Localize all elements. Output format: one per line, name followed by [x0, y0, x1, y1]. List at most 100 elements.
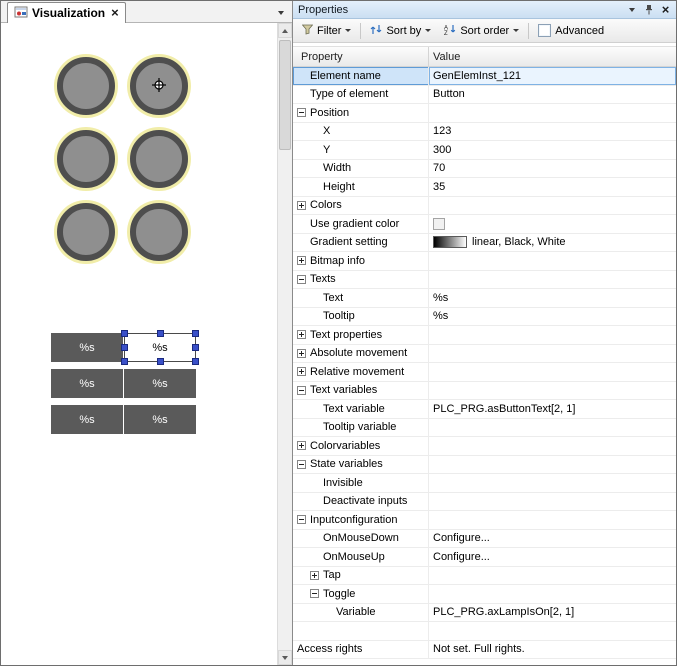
property-value[interactable]: PLC_PRG.asButtonText[2, 1] — [429, 400, 676, 418]
expand-icon[interactable] — [310, 571, 319, 580]
selection-handle-n[interactable] — [157, 330, 164, 337]
sort-by-button[interactable]: Sort by — [366, 22, 435, 40]
property-row-deactivate-inputs[interactable]: Deactivate inputs — [293, 493, 676, 512]
property-row-text[interactable]: Text%s — [293, 289, 676, 308]
scroll-up-icon[interactable] — [278, 23, 292, 38]
property-value[interactable] — [429, 567, 676, 585]
property-row-variable[interactable]: VariablePLC_PRG.axLampIsOn[2, 1] — [293, 604, 676, 623]
property-row-absolute-movement[interactable]: Absolute movement — [293, 345, 676, 364]
property-row-y[interactable]: Y300 — [293, 141, 676, 160]
collapse-icon[interactable] — [297, 515, 306, 524]
property-row-height[interactable]: Height35 — [293, 178, 676, 197]
property-value[interactable]: linear, Black, White — [429, 234, 676, 252]
property-value[interactable] — [429, 326, 676, 344]
selection-handle-sw[interactable] — [121, 358, 128, 365]
property-row-inputconfiguration[interactable]: Inputconfiguration — [293, 511, 676, 530]
vis-button[interactable]: %s — [51, 405, 123, 434]
property-value[interactable] — [429, 456, 676, 474]
scrollbar-thumb[interactable] — [279, 40, 291, 150]
property-value[interactable] — [429, 493, 676, 511]
tab-visualization[interactable]: Visualization × — [7, 2, 126, 23]
property-row-invisible[interactable]: Invisible — [293, 474, 676, 493]
property-row-texts[interactable]: Texts — [293, 271, 676, 290]
property-row-access-rights[interactable]: Access rightsNot set. Full rights. — [293, 641, 676, 660]
filter-button[interactable]: Filter — [298, 22, 355, 40]
vis-button[interactable]: %s — [124, 405, 196, 434]
selection-handle-ne[interactable] — [192, 330, 199, 337]
property-value[interactable]: %s — [429, 308, 676, 326]
tab-close-icon[interactable]: × — [111, 7, 119, 19]
property-value[interactable] — [429, 585, 676, 603]
sort-order-button[interactable]: A Z Sort order — [440, 22, 523, 40]
property-row-text-variable[interactable]: Text variablePLC_PRG.asButtonText[2, 1] — [293, 400, 676, 419]
property-value[interactable] — [429, 271, 676, 289]
gradient-checkbox[interactable] — [433, 218, 445, 230]
visualization-canvas[interactable]: %s%s%s%s%s%s — [1, 23, 277, 665]
property-row-element-name[interactable]: Element nameGenElemInst_121 — [293, 67, 676, 86]
property-value[interactable] — [429, 511, 676, 529]
property-value[interactable]: Configure... — [429, 548, 676, 566]
collapse-icon[interactable] — [297, 460, 306, 469]
lamp-element[interactable] — [127, 200, 191, 264]
property-value[interactable]: Button — [429, 86, 676, 104]
vis-button[interactable]: %s — [51, 369, 123, 398]
property-row-gradient-setting[interactable]: Gradient settinglinear, Black, White — [293, 234, 676, 253]
property-row-type-of-element[interactable]: Type of elementButton — [293, 86, 676, 105]
property-row-state-variables[interactable]: State variables — [293, 456, 676, 475]
property-value[interactable] — [429, 215, 676, 233]
column-header-value[interactable]: Value — [429, 47, 676, 66]
collapse-icon[interactable] — [297, 386, 306, 395]
property-row-tooltip-variable[interactable]: Tooltip variable — [293, 419, 676, 438]
property-value[interactable] — [429, 382, 676, 400]
collapse-icon[interactable] — [297, 108, 306, 117]
expand-icon[interactable] — [297, 349, 306, 358]
property-value[interactable]: 300 — [429, 141, 676, 159]
scroll-down-icon[interactable] — [278, 650, 292, 665]
property-value[interactable]: Not set. Full rights. — [429, 641, 676, 659]
scrollbar-track[interactable] — [278, 38, 292, 650]
property-value[interactable]: 123 — [429, 123, 676, 141]
lamp-element[interactable] — [54, 200, 118, 264]
expand-icon[interactable] — [297, 367, 306, 376]
property-row-tap[interactable]: Tap — [293, 567, 676, 586]
canvas-vertical-scrollbar[interactable] — [277, 23, 292, 665]
property-row-x[interactable]: X123 — [293, 123, 676, 142]
property-value[interactable]: 70 — [429, 160, 676, 178]
property-value[interactable] — [429, 363, 676, 381]
property-row-position[interactable]: Position — [293, 104, 676, 123]
advanced-toggle[interactable]: Advanced — [534, 22, 608, 39]
selection-handle-nw[interactable] — [121, 330, 128, 337]
close-icon[interactable]: × — [658, 3, 673, 17]
selection-handle-s[interactable] — [157, 358, 164, 365]
vis-button[interactable]: %s — [51, 333, 123, 362]
property-row-text-properties[interactable]: Text properties — [293, 326, 676, 345]
selection-handle-se[interactable] — [192, 358, 199, 365]
property-row-width[interactable]: Width70 — [293, 160, 676, 179]
property-row-onmouseup[interactable]: OnMouseUpConfigure... — [293, 548, 676, 567]
property-row-use-gradient-color[interactable]: Use gradient color — [293, 215, 676, 234]
property-value[interactable] — [429, 252, 676, 270]
property-row-tooltip[interactable]: Tooltip%s — [293, 308, 676, 327]
property-row-toggle[interactable]: Toggle — [293, 585, 676, 604]
expand-icon[interactable] — [297, 256, 306, 265]
collapse-icon[interactable] — [297, 275, 306, 284]
property-row-text-variables[interactable]: Text variables — [293, 382, 676, 401]
collapse-icon[interactable] — [310, 589, 319, 598]
property-value[interactable] — [429, 197, 676, 215]
expand-icon[interactable] — [297, 330, 306, 339]
expand-icon[interactable] — [297, 201, 306, 210]
property-value[interactable]: PLC_PRG.axLampIsOn[2, 1] — [429, 604, 676, 622]
expand-icon[interactable] — [297, 441, 306, 450]
property-value[interactable] — [429, 345, 676, 363]
property-row-colorvariables[interactable]: Colorvariables — [293, 437, 676, 456]
property-row-relative-movement[interactable]: Relative movement — [293, 363, 676, 382]
lamp-element[interactable] — [54, 54, 118, 118]
window-menu-icon[interactable] — [624, 3, 639, 17]
column-header-property[interactable]: Property — [293, 47, 429, 66]
property-row-colors[interactable]: Colors — [293, 197, 676, 216]
lamp-element[interactable] — [127, 127, 191, 191]
vis-button-selected[interactable]: %s — [124, 333, 196, 362]
property-value[interactable]: GenElemInst_121 — [429, 67, 676, 85]
property-value[interactable] — [429, 437, 676, 455]
pin-icon[interactable] — [641, 3, 656, 17]
